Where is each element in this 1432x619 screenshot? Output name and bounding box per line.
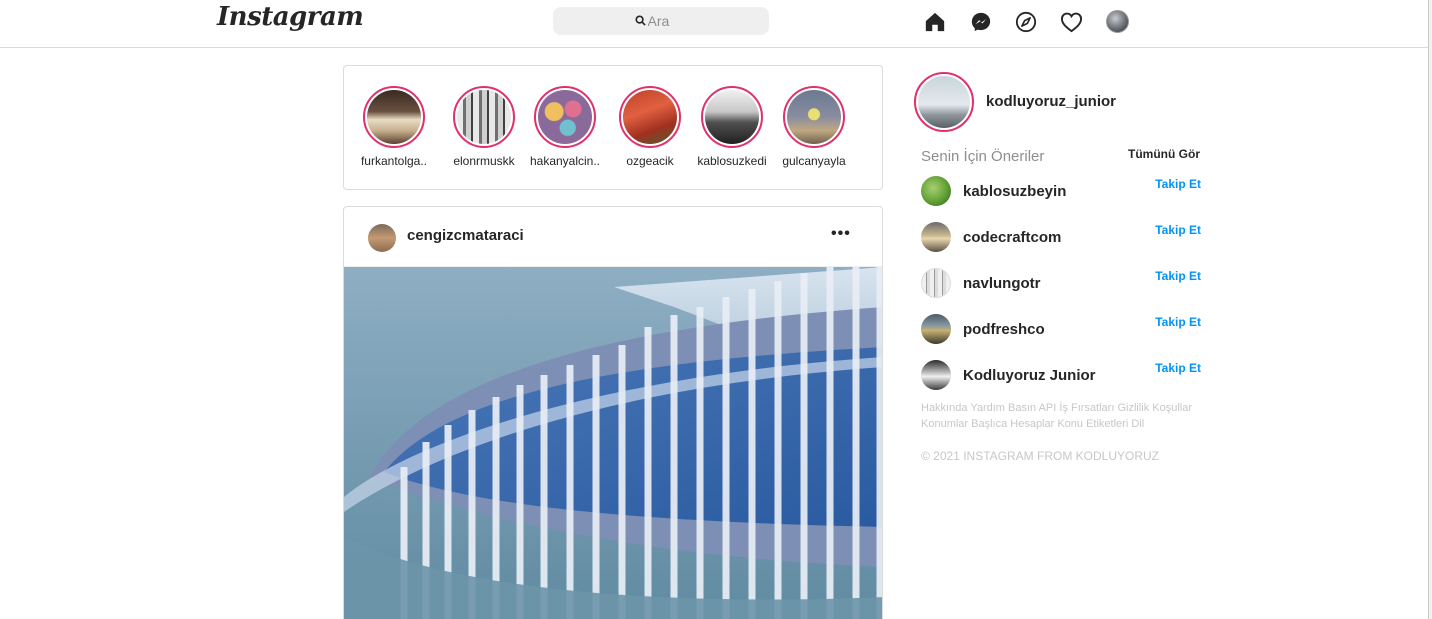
suggestion-item: podfreshco Takip Et (921, 314, 1201, 346)
suggestion-avatar[interactable] (921, 268, 951, 298)
profile-avatar[interactable] (1106, 10, 1129, 33)
suggestions-title: Senin İçin Öneriler (921, 148, 1045, 165)
search-input[interactable] (647, 13, 688, 29)
footer-copyright: © 2021 INSTAGRAM FROM KODLUYORUZ (921, 449, 1159, 463)
story-ring (701, 86, 763, 148)
suggestion-username[interactable]: codecraftcom (963, 229, 1061, 246)
suggestion-username[interactable]: Kodluyoruz Junior (963, 367, 1096, 384)
story-ring (453, 86, 515, 148)
story-username: gulcanyayla (782, 154, 846, 168)
suggestion-username[interactable]: podfreshco (963, 321, 1045, 338)
footer-links[interactable]: Hakkında Yardım Basın API İş Fırsatları … (921, 400, 1211, 432)
post-card: cengizcmataraci ••• (343, 206, 883, 619)
story-item[interactable]: elonrmuskk (447, 86, 521, 168)
current-user-username[interactable]: kodluyoruz_junior (986, 93, 1116, 110)
suggestion-avatar[interactable] (921, 176, 951, 206)
story-avatar (623, 90, 677, 144)
story-ring (619, 86, 681, 148)
story-item[interactable]: kablosuzkedi (695, 86, 769, 168)
suggestion-item: kablosuzbeyin Takip Et (921, 176, 1201, 208)
story-username: hakanyalcin.. (529, 154, 601, 168)
search-icon (634, 13, 646, 29)
story-avatar (367, 90, 421, 144)
follow-button[interactable]: Takip Et (1155, 223, 1201, 237)
search-bar[interactable] (553, 7, 769, 35)
current-user-avatar-image (918, 76, 970, 128)
instagram-logo[interactable]: Instagram (217, 2, 364, 32)
story-avatar (705, 90, 759, 144)
follow-button[interactable]: Takip Et (1155, 177, 1201, 191)
heart-icon[interactable] (1059, 10, 1083, 34)
current-user-avatar[interactable] (914, 72, 974, 132)
suggestion-item: Kodluyoruz Junior Takip Et (921, 360, 1201, 392)
more-options-icon[interactable]: ••• (831, 226, 850, 245)
stories-bar: furkantolga.. elonrmuskk hakanyalcin.. o… (343, 65, 883, 190)
story-avatar (538, 90, 592, 144)
story-item[interactable]: gulcanyayla (777, 86, 851, 168)
story-ring (363, 86, 425, 148)
story-username: furkantolga.. (360, 154, 428, 168)
follow-button[interactable]: Takip Et (1155, 315, 1201, 329)
home-icon[interactable] (923, 10, 947, 34)
story-avatar (457, 90, 511, 144)
see-all-link[interactable]: Tümünü Gör (1128, 147, 1200, 161)
window-edge (1428, 0, 1432, 619)
story-item[interactable]: hakanyalcin.. (528, 86, 602, 168)
suggestion-username[interactable]: kablosuzbeyin (963, 183, 1066, 200)
suggestion-username[interactable]: navlungotr (963, 275, 1041, 292)
story-username: ozgeacik (626, 154, 674, 168)
story-item[interactable]: ozgeacik (613, 86, 687, 168)
post-author-avatar[interactable] (368, 224, 396, 252)
story-username: kablosuzkedi (697, 154, 767, 168)
post-author-username[interactable]: cengizcmataraci (407, 227, 524, 244)
suggestion-avatar[interactable] (921, 222, 951, 252)
post-header: cengizcmataraci ••• (344, 207, 882, 267)
messenger-icon[interactable] (969, 10, 993, 34)
post-image[interactable] (344, 267, 882, 619)
suggestion-avatar[interactable] (921, 314, 951, 344)
suggestion-item: codecraftcom Takip Et (921, 222, 1201, 254)
story-item[interactable]: furkantolga.. (357, 86, 431, 168)
suggestion-item: navlungotr Takip Et (921, 268, 1201, 300)
follow-button[interactable]: Takip Et (1155, 361, 1201, 375)
compass-icon[interactable] (1014, 10, 1038, 34)
top-navbar: Instagram (0, 0, 1428, 48)
suggestion-avatar[interactable] (921, 360, 951, 390)
story-ring (534, 86, 596, 148)
story-ring (783, 86, 845, 148)
follow-button[interactable]: Takip Et (1155, 269, 1201, 283)
story-avatar (787, 90, 841, 144)
story-username: elonrmuskk (453, 154, 515, 168)
